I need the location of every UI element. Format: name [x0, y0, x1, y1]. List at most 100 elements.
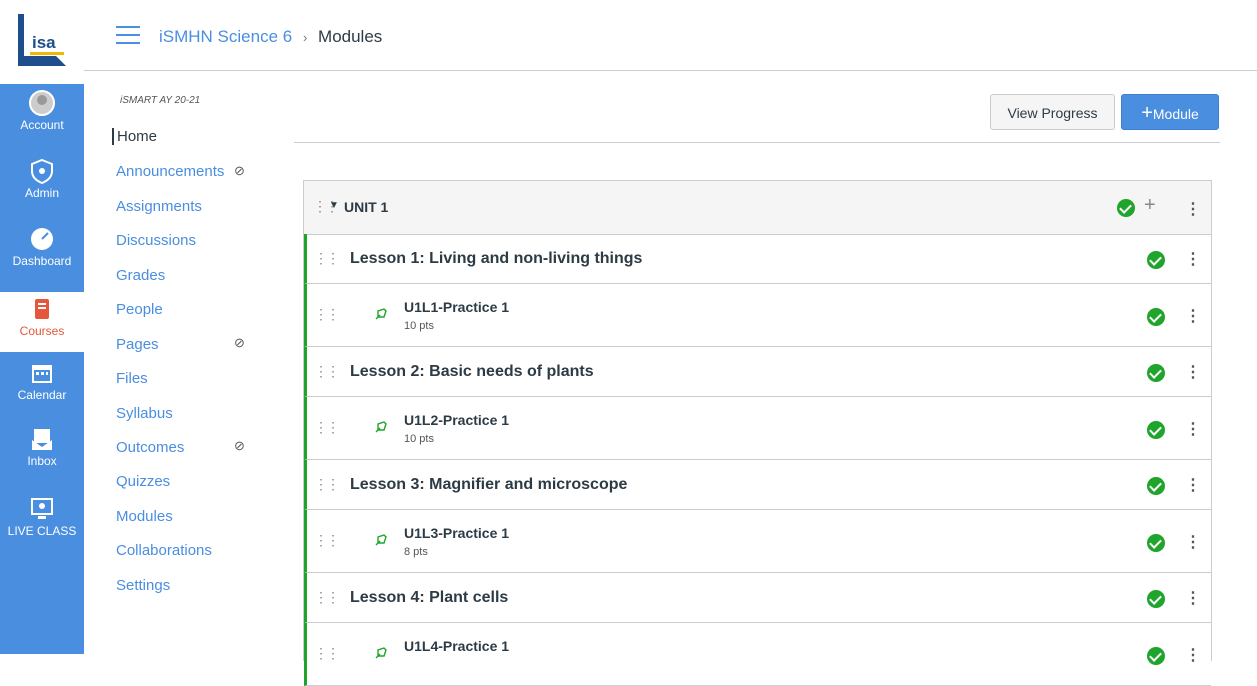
gnav-dashboard[interactable]: Dashboard — [0, 226, 84, 284]
assignment-icon — [375, 534, 387, 546]
row-kebab-icon[interactable]: ⋮ — [1185, 588, 1201, 608]
course-nav-modules[interactable]: Modules — [116, 508, 173, 525]
module-title: UNIT 1 — [344, 199, 389, 215]
course-nav: Home Announcements ⊘ Assignments Discuss… — [112, 0, 282, 654]
row-kebab-icon[interactable]: ⋮ — [1185, 306, 1201, 326]
course-nav-discussions[interactable]: Discussions — [116, 232, 196, 249]
row-title[interactable]: U1L1-Practice 1 — [404, 299, 509, 315]
course-nav-settings[interactable]: Settings — [116, 577, 170, 594]
row-kebab-icon[interactable]: ⋮ — [1185, 645, 1201, 665]
view-progress-button[interactable]: View Progress — [990, 94, 1115, 130]
course-nav-collaborations[interactable]: Collaborations — [116, 542, 212, 559]
collapse-caret-icon[interactable]: ▼ — [329, 200, 339, 211]
eye-slash-icon: ⊘ — [234, 438, 245, 453]
drag-handle-icon[interactable]: ⋮⋮ — [314, 532, 340, 549]
gnav-inbox-label: Inbox — [27, 454, 57, 468]
row-kebab-icon[interactable]: ⋮ — [1185, 249, 1201, 269]
global-nav: isa Account Admin Dashboard Courses Cale… — [0, 0, 84, 654]
assignment-icon — [375, 421, 387, 433]
module-row-header[interactable]: ⋮⋮ Lesson 2: Basic needs of plants ⋮ — [304, 347, 1211, 397]
add-module-button[interactable]: +Module — [1121, 94, 1219, 130]
published-check-icon[interactable] — [1147, 364, 1165, 382]
add-item-icon[interactable]: + — [1144, 194, 1156, 217]
gnav-account-label: Account — [20, 118, 64, 132]
row-title[interactable]: U1L4-Practice 1 — [404, 638, 509, 654]
course-nav-files[interactable]: Files — [116, 370, 148, 387]
drag-handle-icon[interactable]: ⋮⋮ — [314, 306, 340, 323]
inbox-icon — [29, 426, 55, 452]
drag-handle-icon[interactable]: ⋮⋮ — [314, 419, 340, 436]
course-nav-pages[interactable]: Pages — [116, 336, 159, 353]
row-title[interactable]: Lesson 2: Basic needs of plants — [350, 363, 594, 381]
published-check-icon[interactable] — [1147, 647, 1165, 665]
course-nav-syllabus[interactable]: Syllabus — [116, 405, 173, 422]
module-row-header[interactable]: ⋮⋮ Lesson 1: Living and non-living thing… — [304, 234, 1211, 284]
svg-text:isa: isa — [32, 33, 56, 52]
isa-logo-icon: isa — [18, 14, 66, 66]
courses-icon — [29, 296, 55, 322]
gnav-calendar[interactable]: Calendar — [0, 360, 84, 418]
gnav-account[interactable]: Account — [0, 90, 84, 148]
account-icon — [29, 90, 55, 116]
eye-slash-icon: ⊘ — [234, 163, 245, 178]
row-title[interactable]: Lesson 3: Magnifier and microscope — [350, 476, 627, 494]
module-row-header[interactable]: ⋮⋮ Lesson 4: Plant cells ⋮ — [304, 573, 1211, 623]
row-kebab-icon[interactable]: ⋮ — [1185, 475, 1201, 495]
assignment-icon — [375, 308, 387, 320]
drag-handle-icon[interactable]: ⋮⋮ — [314, 589, 340, 606]
published-check-icon[interactable] — [1147, 251, 1165, 269]
course-nav-announcements[interactable]: Announcements — [116, 163, 224, 180]
row-kebab-icon[interactable]: ⋮ — [1185, 419, 1201, 439]
gnav-live-class-label: LIVE CLASS — [7, 524, 77, 538]
admin-icon — [29, 158, 55, 185]
published-check-icon[interactable] — [1147, 421, 1165, 439]
row-points: 10 pts — [404, 433, 434, 445]
course-nav-grades[interactable]: Grades — [116, 267, 165, 284]
row-kebab-icon[interactable]: ⋮ — [1185, 532, 1201, 552]
module-kebab-icon[interactable]: ⋮ — [1185, 199, 1201, 219]
divider — [294, 142, 1220, 143]
published-check-icon[interactable] — [1147, 477, 1165, 495]
course-nav-home[interactable]: Home — [112, 128, 157, 145]
module-row-item[interactable]: ⋮⋮ U1L4-Practice 1 ⋮ — [304, 623, 1211, 686]
module-header[interactable]: ⋮⋮ ▼ UNIT 1 + ⋮ — [304, 181, 1211, 235]
calendar-icon — [29, 360, 55, 386]
dashboard-icon — [29, 226, 55, 252]
module-row-header[interactable]: ⋮⋮ Lesson 3: Magnifier and microscope ⋮ — [304, 460, 1211, 510]
row-title[interactable]: Lesson 4: Plant cells — [350, 589, 508, 607]
drag-handle-icon[interactable]: ⋮⋮ — [314, 250, 340, 267]
breadcrumb-separator: › — [302, 30, 308, 45]
gnav-courses[interactable]: Courses — [0, 292, 84, 352]
breadcrumb-current: Modules — [318, 27, 383, 46]
gnav-dashboard-label: Dashboard — [12, 254, 72, 268]
module-row-item[interactable]: ⋮⋮ U1L3-Practice 1 8 pts ⋮ — [304, 510, 1211, 573]
row-kebab-icon[interactable]: ⋮ — [1185, 362, 1201, 382]
drag-handle-icon[interactable]: ⋮⋮ — [314, 476, 340, 493]
row-title[interactable]: Lesson 1: Living and non-living things — [350, 250, 642, 268]
row-points: 10 pts — [404, 320, 434, 332]
published-check-icon[interactable] — [1147, 590, 1165, 608]
live-class-icon — [29, 496, 55, 522]
published-check-icon[interactable] — [1117, 199, 1135, 217]
gnav-admin[interactable]: Admin — [0, 158, 84, 216]
eye-slash-icon: ⊘ — [234, 335, 245, 350]
course-nav-quizzes[interactable]: Quizzes — [116, 473, 170, 490]
logo[interactable]: isa — [0, 0, 84, 84]
drag-handle-icon[interactable]: ⋮⋮ — [314, 363, 340, 380]
module-row-item[interactable]: ⋮⋮ U1L1-Practice 1 10 pts ⋮ — [304, 284, 1211, 347]
published-check-icon[interactable] — [1147, 534, 1165, 552]
course-nav-people[interactable]: People — [116, 301, 163, 318]
row-title[interactable]: U1L2-Practice 1 — [404, 412, 509, 428]
course-nav-outcomes[interactable]: Outcomes — [116, 439, 184, 456]
gnav-courses-label: Courses — [19, 324, 65, 338]
course-nav-assignments[interactable]: Assignments — [116, 198, 202, 215]
module-row-item[interactable]: ⋮⋮ U1L2-Practice 1 10 pts ⋮ — [304, 397, 1211, 460]
row-points: 8 pts — [404, 546, 428, 558]
gnav-calendar-label: Calendar — [17, 388, 67, 402]
published-check-icon[interactable] — [1147, 308, 1165, 326]
gnav-inbox[interactable]: Inbox — [0, 426, 84, 484]
gnav-live-class[interactable]: LIVE CLASS — [0, 496, 84, 554]
assignment-icon — [375, 647, 387, 659]
row-title[interactable]: U1L3-Practice 1 — [404, 525, 509, 541]
gnav-admin-label: Admin — [24, 186, 59, 200]
